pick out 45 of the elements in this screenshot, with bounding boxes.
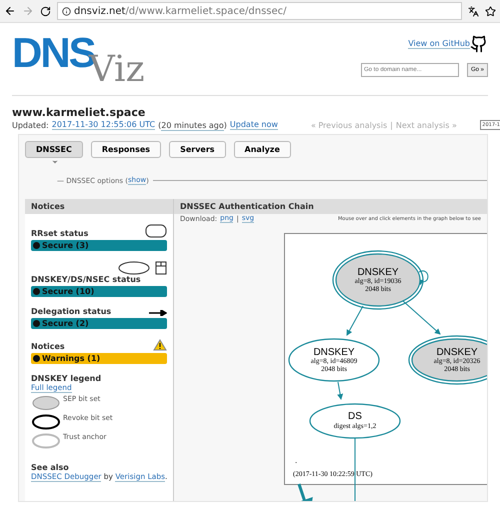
- warning-icon: [153, 339, 167, 351]
- graph-edge[interactable]: [402, 300, 441, 335]
- status-bar[interactable]: Secure (10): [31, 286, 167, 297]
- github-icon[interactable]: [470, 35, 488, 53]
- updated-time-link[interactable]: 2017-11-30 12:55:06 UTC: [52, 120, 156, 130]
- bookmark-star-icon[interactable]: [485, 6, 496, 16]
- section-heading: Notices: [31, 342, 65, 351]
- arrow-icon: [149, 310, 167, 316]
- section-heading: DNSKEY/DS/NSEC status: [31, 275, 141, 284]
- status-bar[interactable]: Warnings (1): [31, 353, 167, 364]
- section-heading: Delegation status: [31, 307, 112, 316]
- translate-icon[interactable]: [468, 6, 479, 16]
- graph-edge[interactable]: [346, 306, 364, 336]
- legend-ellipse-icon: [31, 433, 61, 449]
- info-icon: [62, 6, 71, 16]
- address-bar[interactable]: dnsviz.net/d/www.karmeliet.space/dnssec/: [57, 2, 462, 20]
- url-host: dnsviz.net: [74, 6, 126, 16]
- ago-text: (20 minutes ago): [158, 120, 227, 130]
- see-also-heading: See also: [31, 463, 69, 472]
- github-link[interactable]: View on GitHub: [408, 39, 470, 49]
- status-bar[interactable]: Secure (2): [31, 318, 167, 329]
- delegation-arrow[interactable]: [296, 484, 313, 501]
- tab[interactable]: Analyze: [234, 141, 291, 158]
- rounded-rect-icon: [145, 224, 167, 238]
- separator-text: |: [390, 120, 393, 130]
- caret-icon: [51, 158, 60, 166]
- status-bar[interactable]: Secure (3): [31, 240, 167, 251]
- legend-ellipse-icon: [31, 395, 61, 411]
- updated-label: Updated:: [12, 120, 49, 130]
- ellipse-and-box-icon: [117, 261, 167, 275]
- legend-ellipse-icon: [31, 414, 61, 430]
- notices-header: Notices: [25, 199, 173, 214]
- forward-icon[interactable]: [22, 5, 34, 17]
- tab[interactable]: Responses: [90, 141, 162, 158]
- graph-edge[interactable]: [337, 382, 344, 400]
- back-icon[interactable]: [4, 5, 16, 17]
- section-heading: RRset status: [31, 229, 88, 238]
- url-path: /d/www.karmeliet.space/dnssec/: [125, 6, 287, 16]
- legend-heading: DNSKEY legend: [31, 374, 102, 383]
- reload-icon[interactable]: [40, 6, 51, 16]
- graph-edge[interactable]: [417, 270, 428, 285]
- tab[interactable]: Servers: [169, 141, 226, 158]
- update-now-link[interactable]: Update now: [230, 120, 278, 130]
- domain-title: www.karmeliet.space: [12, 106, 146, 119]
- chain-header: DNSSEC Authentication Chain: [174, 199, 487, 214]
